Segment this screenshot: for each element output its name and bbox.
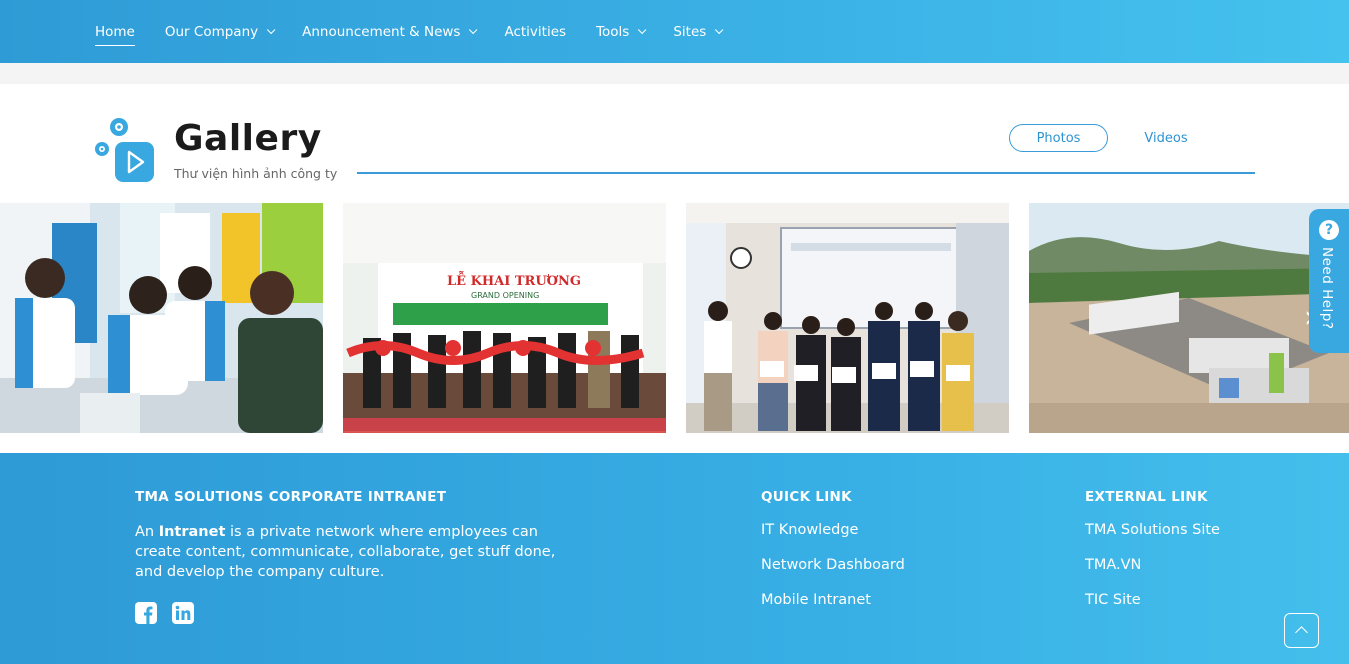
nav-menu: Home Our Company Announcement & News Act… (95, 0, 750, 63)
gallery-divider (357, 172, 1255, 174)
footer-link-mobile-intranet[interactable]: Mobile Intranet (761, 592, 871, 608)
nav-item-tools[interactable]: Tools (596, 20, 647, 44)
linkedin-icon[interactable] (172, 602, 194, 624)
footer-link-it-knowledge[interactable]: IT Knowledge (761, 522, 858, 538)
nav-item-activities[interactable]: Activities (504, 20, 566, 44)
nav-label: Home (95, 23, 135, 40)
chevron-down-icon (469, 25, 478, 34)
chevron-left-icon[interactable]: ‹ (26, 303, 54, 333)
footer-about-text: An Intranet is a private network where e… (135, 522, 575, 582)
scroll-to-top-button[interactable] (1284, 613, 1319, 648)
nav-item-home[interactable]: Home (95, 20, 135, 46)
footer-link-tma-solutions-site[interactable]: TMA Solutions Site (1085, 522, 1220, 538)
banner-title: LỄ KHAI TRƯƠNG (447, 271, 581, 289)
chevron-down-icon (267, 25, 276, 34)
nav-item-our-company[interactable]: Our Company (164, 20, 276, 44)
grand-opening-ceremony-photo: LỄ KHAI TRƯƠNG GRAND OPENING (343, 203, 666, 433)
nav-label: Our Company (164, 23, 259, 40)
chevron-down-icon (638, 25, 647, 34)
footer-link-tma-vn[interactable]: TMA.VN (1085, 557, 1141, 573)
award-certificates-photo (686, 203, 1009, 433)
footer-link-network-dashboard[interactable]: Network Dashboard (761, 557, 905, 573)
nav-item-announcement-news[interactable]: Announcement & News (302, 20, 478, 44)
question-icon: ? (1319, 220, 1339, 240)
nav-label: Tools (596, 23, 630, 40)
facebook-icon[interactable] (135, 602, 157, 624)
nav-label: Sites (673, 23, 707, 40)
chevron-up-icon (1295, 626, 1308, 639)
banner-subtitle: GRAND OPENING (471, 291, 539, 300)
footer-about-heading: TMA SOLUTIONS CORPORATE INTRANET (135, 489, 447, 505)
gallery-title: Gallery (174, 118, 322, 159)
gallery-photo[interactable] (686, 203, 1009, 433)
about-text-bold: Intranet (158, 524, 226, 540)
gallery-subtitle: Thư viện hình ảnh công ty (174, 166, 338, 181)
footer-external-link-heading: EXTERNAL LINK (1085, 489, 1208, 505)
gallery-photo[interactable]: LỄ KHAI TRƯƠNG GRAND OPENING (343, 203, 666, 433)
nav-label: Activities (504, 23, 567, 40)
tab-videos[interactable]: Videos (1130, 124, 1202, 152)
chevron-down-icon (715, 25, 724, 34)
footer: TMA SOLUTIONS CORPORATE INTRANET An Intr… (0, 453, 1349, 664)
gallery-icon (92, 116, 156, 184)
nav-label: Announcement & News (302, 23, 461, 40)
section-divider (0, 63, 1349, 84)
top-navigation: Home Our Company Announcement & News Act… (0, 0, 1349, 63)
need-help-label: Need Help? (1319, 247, 1335, 330)
nav-item-sites[interactable]: Sites (673, 20, 724, 44)
footer-link-tic-site[interactable]: TIC Site (1085, 592, 1141, 608)
need-help-button[interactable]: ? Need Help? (1309, 209, 1349, 353)
footer-quick-link-heading: QUICK LINK (761, 489, 852, 505)
tab-photos[interactable]: Photos (1009, 124, 1108, 152)
about-text-pre: An (135, 524, 159, 540)
